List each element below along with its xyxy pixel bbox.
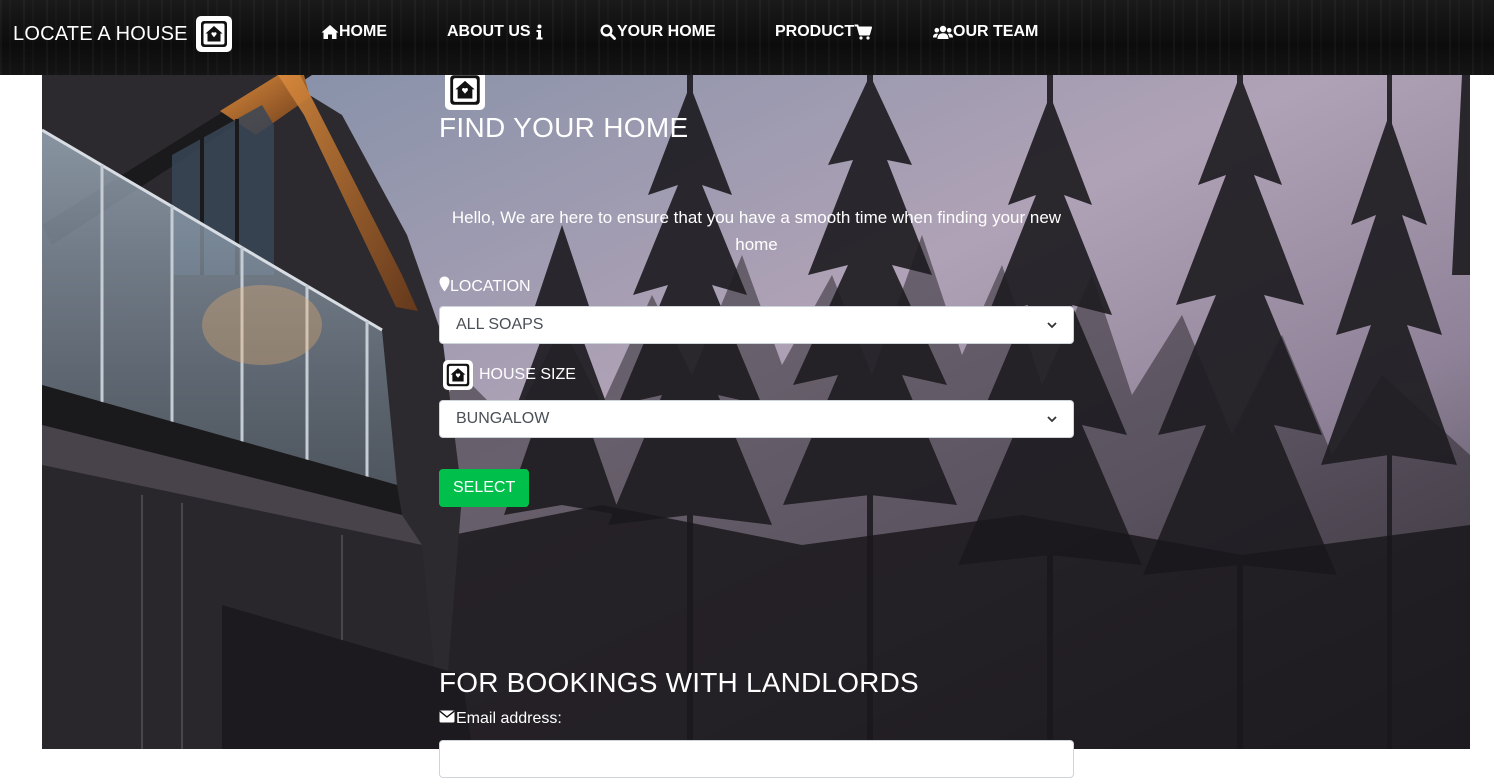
email-field[interactable] — [439, 740, 1074, 778]
envelope-icon — [439, 710, 455, 728]
nav-item-label: ABOUT US — [447, 23, 531, 40]
brand-name: LOCATE A HOUSE — [13, 22, 188, 45]
location-label: LOCATION — [439, 276, 531, 297]
nav-item-home[interactable]: HOME — [321, 23, 387, 41]
house-size-select[interactable]: BUNGALOW — [439, 400, 1074, 438]
info-icon — [536, 24, 543, 40]
chevron-down-icon — [1047, 410, 1057, 428]
house-size-label: HOUSE SIZE — [439, 360, 576, 390]
nav-item-label: OUR TEAM — [953, 23, 1039, 40]
email-label: Email address: — [439, 710, 562, 728]
nav-item-about-us[interactable]: ABOUT US — [447, 23, 543, 41]
select-button[interactable]: SELECT — [439, 469, 530, 507]
house-size-label-text: HOUSE SIZE — [479, 366, 576, 383]
nav-item-our-team[interactable]: OUR TEAM — [933, 23, 1038, 41]
intro-text: Hello, We are here to ensure that you ha… — [451, 208, 1062, 254]
nav-item-label: YOUR HOME — [617, 23, 716, 40]
search-icon — [600, 24, 616, 40]
nav-item-product[interactable]: PRODUCT — [775, 23, 873, 41]
bookings-title: FOR BOOKINGS WITH LANDLORDS — [439, 667, 919, 698]
email-label-text: Email address: — [456, 710, 562, 727]
page-title: FIND YOUR HOME — [439, 112, 689, 143]
home-icon — [321, 24, 339, 40]
location-label-text: LOCATION — [450, 277, 531, 295]
house-size-selected-value: BUNGALOW — [456, 410, 550, 427]
nav-item-label: PRODUCT — [775, 23, 855, 40]
chevron-down-icon — [1047, 316, 1057, 334]
nav-item-label: HOME — [339, 23, 387, 40]
house-icon — [445, 70, 485, 110]
cart-icon — [854, 24, 873, 40]
location-select[interactable]: ALL SOAPS — [439, 306, 1074, 344]
top-navbar: LOCATE A HOUSE HOME ABOUT US YOUR HOME P… — [0, 0, 1494, 75]
brand-link[interactable]: LOCATE A HOUSE — [13, 16, 232, 52]
house-icon — [443, 360, 473, 390]
house-icon — [195, 16, 232, 52]
users-icon — [933, 24, 953, 40]
nav-item-your-home[interactable]: YOUR HOME — [600, 23, 716, 41]
map-marker-icon — [439, 276, 450, 297]
location-selected-value: ALL SOAPS — [456, 316, 544, 333]
